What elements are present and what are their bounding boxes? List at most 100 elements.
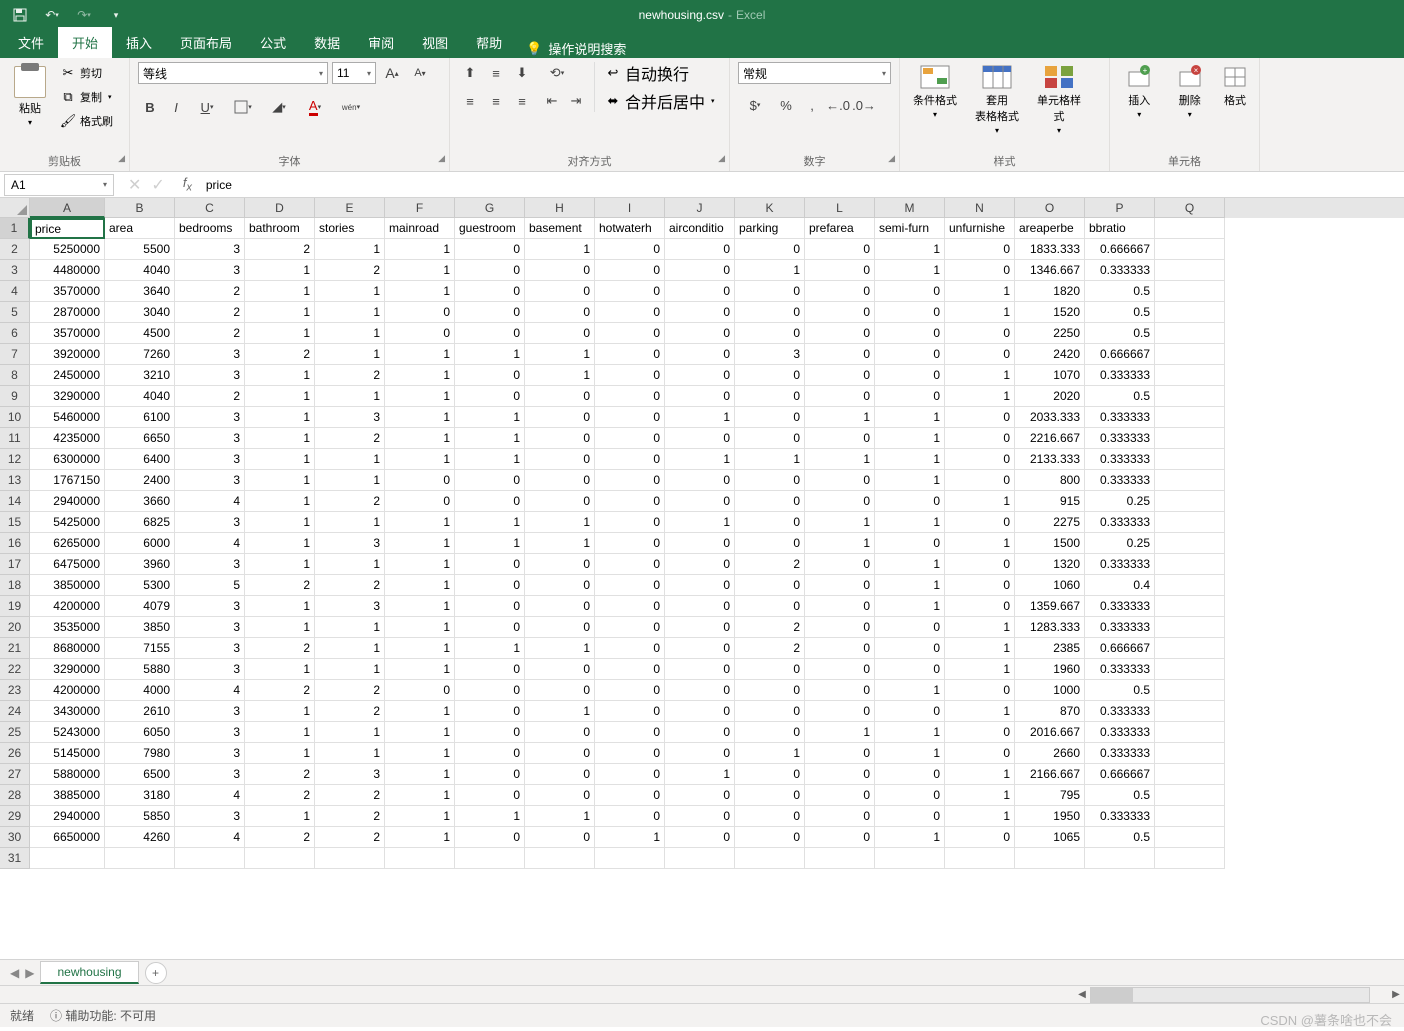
cell[interactable]: 0 (805, 554, 875, 575)
cell[interactable]: 0 (875, 764, 945, 785)
row-header[interactable]: 31 (0, 848, 30, 869)
shrink-font-button[interactable]: A▾ (408, 62, 432, 84)
cell[interactable] (1155, 680, 1225, 701)
cell[interactable]: 3570000 (30, 323, 105, 344)
cell[interactable] (1085, 848, 1155, 869)
cell[interactable]: 1833.333 (1015, 239, 1085, 260)
cell[interactable] (1155, 302, 1225, 323)
cut-button[interactable]: ✂剪切 (58, 62, 115, 84)
cell[interactable]: 1 (385, 764, 455, 785)
cell[interactable] (1155, 470, 1225, 491)
cell[interactable] (1155, 596, 1225, 617)
column-header[interactable]: K (735, 198, 805, 218)
cell[interactable]: 3 (175, 407, 245, 428)
cell[interactable]: 5500 (105, 239, 175, 260)
cell[interactable]: 1 (385, 428, 455, 449)
cell[interactable]: 0 (735, 575, 805, 596)
column-header[interactable]: I (595, 198, 665, 218)
cell[interactable]: 0 (805, 743, 875, 764)
cell[interactable]: 0 (875, 659, 945, 680)
insert-cells-button[interactable]: +插入▾ (1118, 62, 1161, 119)
cell[interactable]: hotwaterh (595, 218, 665, 239)
cell[interactable]: 0 (945, 827, 1015, 848)
cell[interactable]: 5880000 (30, 764, 105, 785)
align-bottom-button[interactable]: ⬇ (510, 62, 534, 84)
cell[interactable]: 1 (245, 491, 315, 512)
cell[interactable]: 0 (665, 806, 735, 827)
cell[interactable]: 0 (525, 680, 595, 701)
cell[interactable]: 2 (245, 680, 315, 701)
cell[interactable]: 1 (245, 428, 315, 449)
cell[interactable] (1155, 239, 1225, 260)
cell[interactable]: 1 (875, 239, 945, 260)
cell[interactable]: 6500 (105, 764, 175, 785)
cell[interactable]: 7980 (105, 743, 175, 764)
cell[interactable] (30, 848, 105, 869)
cell[interactable]: 0 (665, 281, 735, 302)
cell[interactable]: 0 (595, 596, 665, 617)
select-all-corner[interactable] (0, 198, 30, 218)
cell[interactable]: 0 (595, 323, 665, 344)
cell[interactable]: 0 (385, 491, 455, 512)
cell[interactable]: 0.25 (1085, 491, 1155, 512)
cell[interactable]: 1 (525, 365, 595, 386)
cell[interactable]: 0 (805, 386, 875, 407)
scroll-right-icon[interactable]: ▶ (1388, 987, 1404, 1003)
cell[interactable]: 1 (945, 638, 1015, 659)
cell[interactable]: 0 (805, 260, 875, 281)
cell[interactable]: 915 (1015, 491, 1085, 512)
cell[interactable]: 2 (315, 575, 385, 596)
cell[interactable]: 1 (245, 533, 315, 554)
cell[interactable]: 1346.667 (1015, 260, 1085, 281)
cell[interactable]: 3 (175, 638, 245, 659)
cell[interactable]: 1 (315, 659, 385, 680)
cell[interactable]: 0 (525, 386, 595, 407)
cell[interactable]: 2 (735, 638, 805, 659)
cell[interactable]: 1 (455, 407, 525, 428)
cell[interactable]: 1 (385, 449, 455, 470)
cell[interactable]: 0 (455, 680, 525, 701)
cell[interactable]: 0 (665, 260, 735, 281)
cell[interactable]: 0 (665, 701, 735, 722)
dialog-launcher-icon[interactable]: ◢ (118, 153, 125, 164)
cell[interactable] (945, 848, 1015, 869)
cell[interactable]: 0.25 (1085, 533, 1155, 554)
cell-styles-button[interactable]: 单元格样式▾ (1032, 62, 1086, 135)
cell[interactable]: 3535000 (30, 617, 105, 638)
cell[interactable]: 0 (455, 743, 525, 764)
align-right-button[interactable]: ≡ (510, 90, 534, 112)
cell[interactable]: 0.333333 (1085, 722, 1155, 743)
sheet-nav-prev[interactable]: ◀ (10, 966, 19, 980)
cell[interactable]: 5880 (105, 659, 175, 680)
cell[interactable]: bbratio (1085, 218, 1155, 239)
cell[interactable]: 0 (595, 407, 665, 428)
cell[interactable] (1155, 407, 1225, 428)
cell[interactable]: 0 (665, 470, 735, 491)
sheet-nav-next[interactable]: ▶ (25, 966, 34, 980)
cell[interactable]: 1 (875, 407, 945, 428)
row-header[interactable]: 25 (0, 722, 30, 743)
cell[interactable]: 0 (875, 806, 945, 827)
cell[interactable]: 4200000 (30, 596, 105, 617)
cell[interactable]: 0 (665, 365, 735, 386)
percent-button[interactable]: % (774, 94, 798, 116)
cell[interactable]: 1 (875, 554, 945, 575)
cell[interactable]: 2 (245, 764, 315, 785)
row-header[interactable]: 15 (0, 512, 30, 533)
cell[interactable]: 5460000 (30, 407, 105, 428)
cell[interactable]: 0 (455, 302, 525, 323)
border-button[interactable]: ▾ (226, 96, 260, 118)
cell[interactable]: 4200000 (30, 680, 105, 701)
cell[interactable]: 3850000 (30, 575, 105, 596)
cell[interactable]: 2 (245, 785, 315, 806)
cell[interactable]: 6475000 (30, 554, 105, 575)
cell[interactable] (315, 848, 385, 869)
column-header[interactable]: F (385, 198, 455, 218)
row-header[interactable]: 10 (0, 407, 30, 428)
cell[interactable]: 0 (665, 680, 735, 701)
cell[interactable]: 0 (735, 470, 805, 491)
cell[interactable]: airconditio (665, 218, 735, 239)
cell[interactable] (385, 848, 455, 869)
row-header[interactable]: 13 (0, 470, 30, 491)
cell[interactable] (1155, 344, 1225, 365)
